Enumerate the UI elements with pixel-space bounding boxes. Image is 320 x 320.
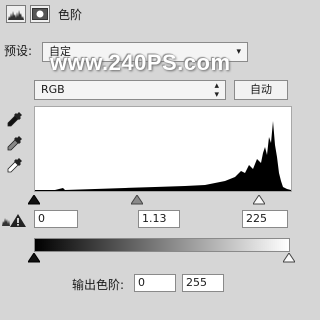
input-black-field[interactable]: 0	[34, 210, 78, 228]
histogram-graph	[35, 121, 291, 191]
preset-label: 预设:	[4, 44, 33, 58]
watermark-text: www.240PS.com	[50, 50, 231, 75]
levels-histogram	[34, 106, 292, 192]
up-down-arrows-icon: ▴ ▾	[214, 81, 219, 100]
output-levels-label: 输出色阶:	[72, 278, 125, 292]
clipping-warning-icon[interactable]	[2, 212, 28, 228]
output-white-field[interactable]: 255	[182, 274, 224, 292]
auto-button[interactable]: 自动	[234, 80, 288, 100]
output-black-field[interactable]: 0	[134, 274, 176, 292]
channel-value: RGB	[41, 83, 65, 96]
input-white-slider[interactable]	[252, 194, 266, 205]
input-white-field[interactable]: 225	[242, 210, 288, 228]
input-black-slider[interactable]	[27, 194, 41, 205]
histogram-icon[interactable]	[6, 5, 26, 23]
output-gradient-bar	[34, 238, 290, 252]
white-point-eyedropper-icon[interactable]	[6, 156, 24, 174]
output-black-slider[interactable]	[27, 252, 41, 263]
gray-point-eyedropper-icon[interactable]	[6, 134, 24, 152]
chevron-down-icon: ▾	[236, 47, 241, 57]
input-gamma-slider[interactable]	[130, 194, 144, 205]
output-white-slider[interactable]	[282, 252, 296, 263]
panel-title: 色阶	[58, 8, 83, 22]
mask-icon[interactable]	[30, 5, 50, 23]
input-gamma-field[interactable]: 1.13	[138, 210, 180, 228]
black-point-eyedropper-icon[interactable]	[6, 110, 24, 128]
channel-select[interactable]: RGB ▴ ▾	[34, 80, 226, 100]
